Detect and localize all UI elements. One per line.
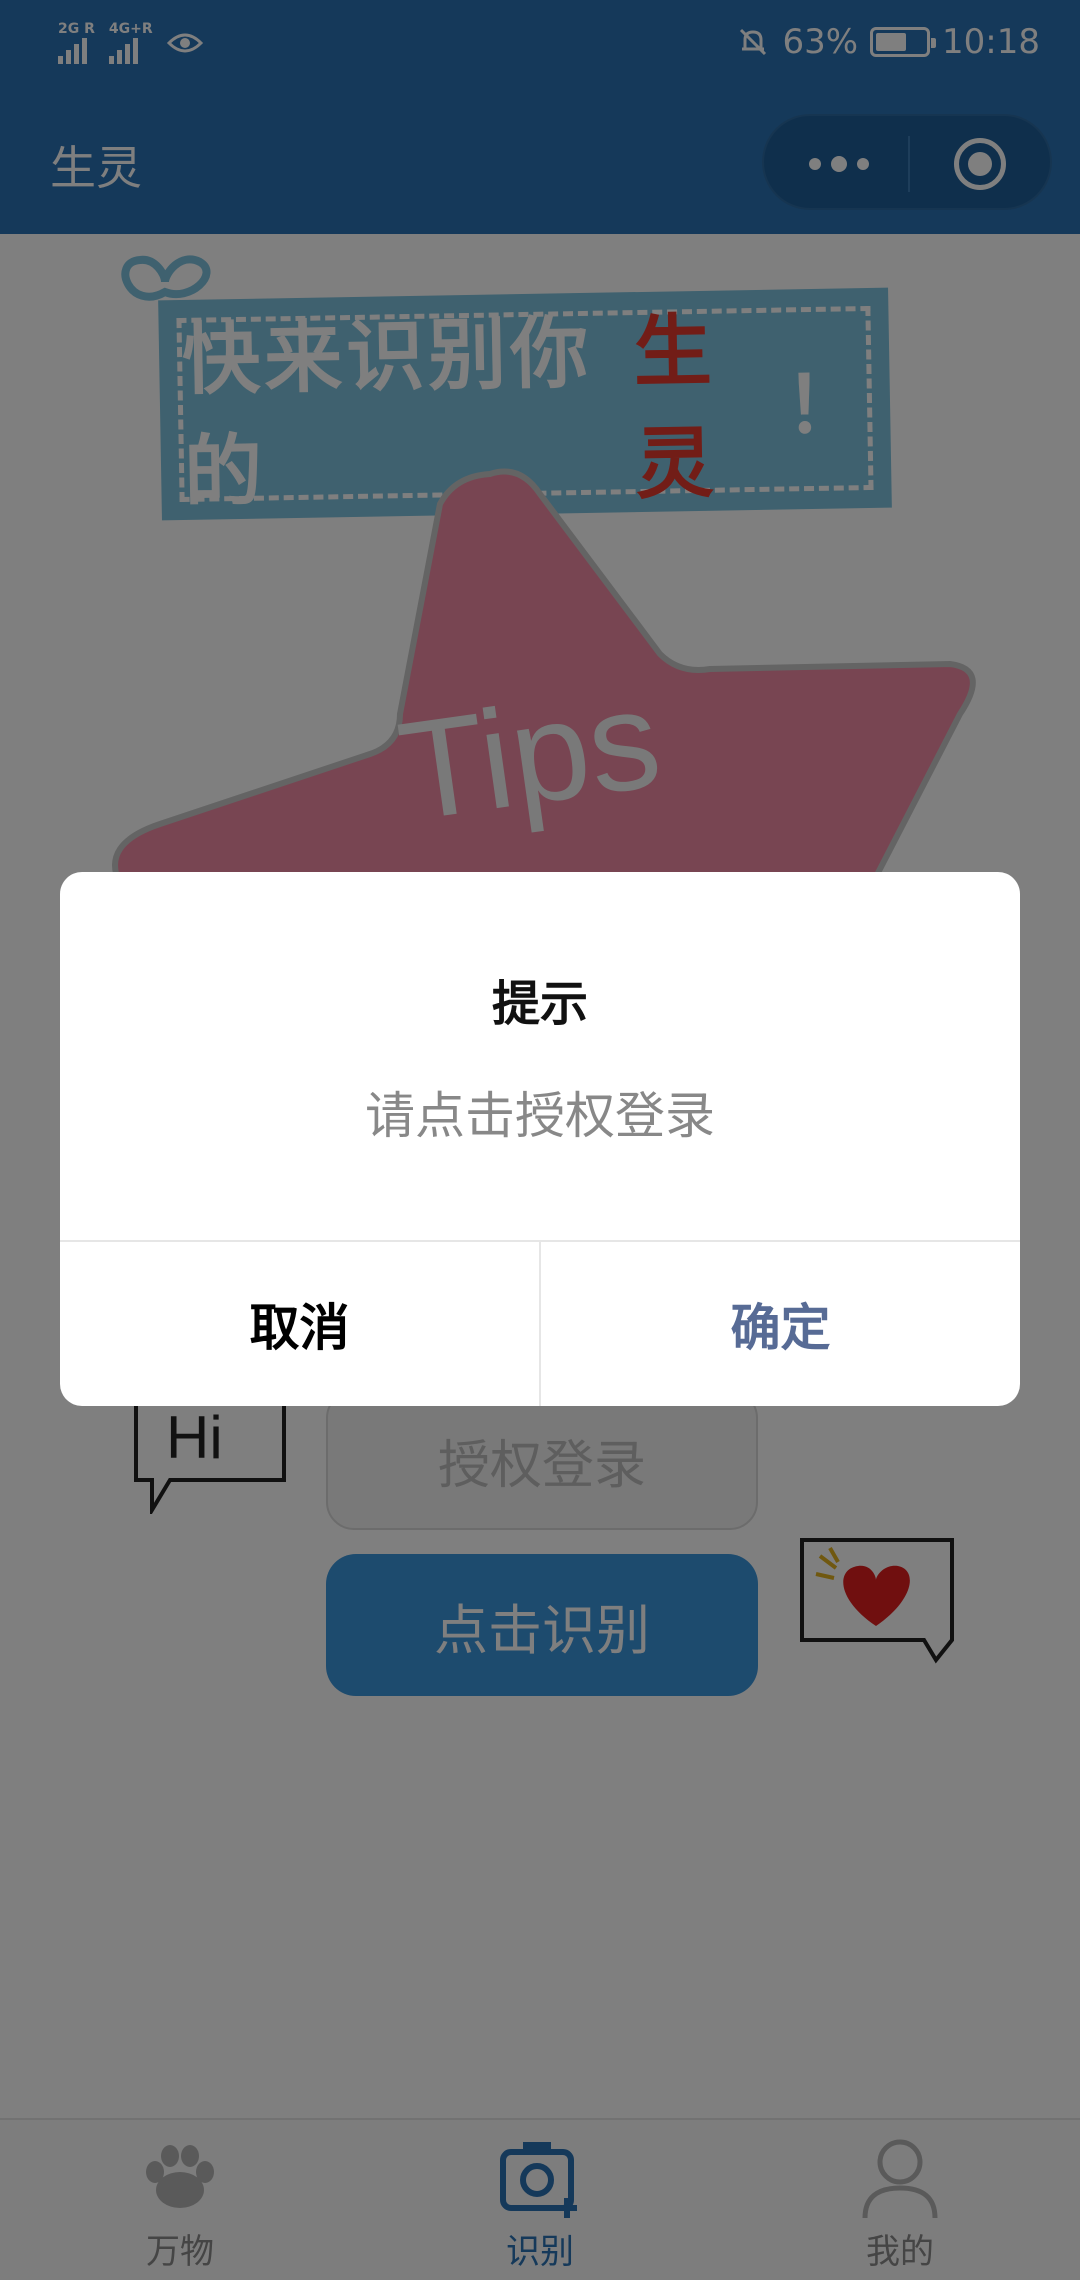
- alert-dialog: 提示 请点击授权登录 取消 确定: [60, 872, 1020, 1406]
- dialog-footer: 取消 确定: [60, 1240, 1020, 1406]
- dialog-message: 请点击授权登录: [365, 1087, 715, 1145]
- dialog-title: 提示: [491, 976, 588, 1032]
- confirm-button[interactable]: 确定: [541, 1242, 1020, 1406]
- cancel-button[interactable]: 取消: [60, 1242, 541, 1406]
